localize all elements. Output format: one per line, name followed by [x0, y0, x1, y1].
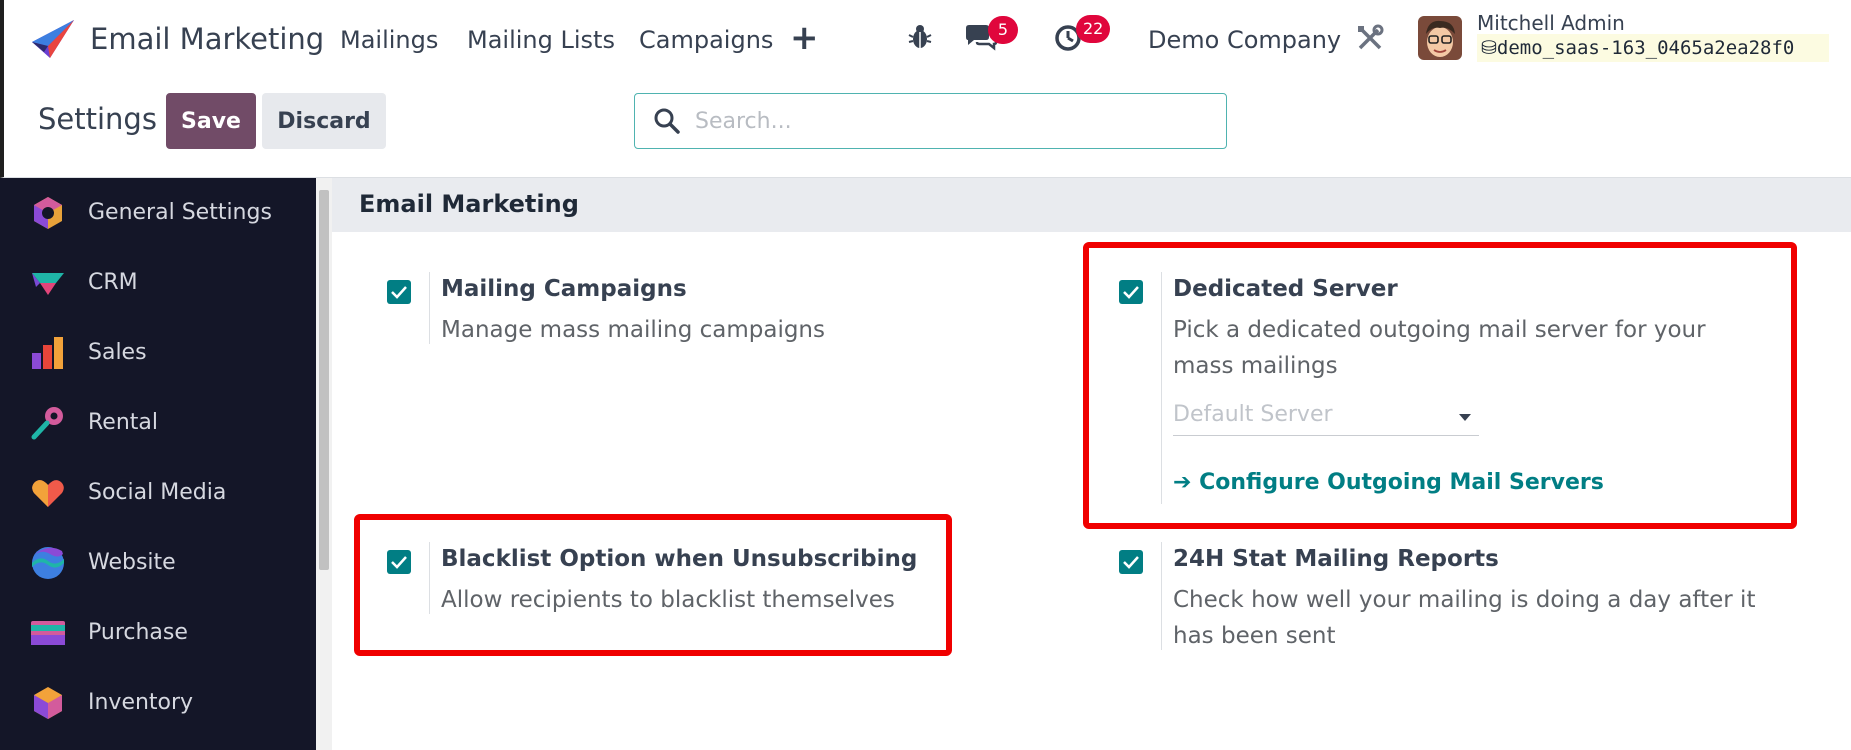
sales-icon — [32, 337, 63, 369]
rental-icon — [31, 407, 63, 440]
social-media-icon — [32, 480, 64, 507]
divider — [1161, 542, 1162, 650]
sidebar-item-sales[interactable]: Sales — [0, 318, 316, 388]
database-name: ⛁demo_saas-163_0465a2ea28f0 — [1477, 34, 1829, 62]
checkmark-icon — [391, 286, 407, 299]
save-button[interactable]: Save — [166, 93, 256, 149]
menu-mailing-lists[interactable]: Mailing Lists — [467, 26, 615, 54]
section-title: Email Marketing — [359, 190, 579, 218]
sidebar-item-inventory[interactable]: Inventory — [0, 668, 316, 738]
sidebar-item-social-media[interactable]: Social Media — [0, 458, 316, 528]
menu-campaigns[interactable]: Campaigns — [639, 26, 773, 54]
sidebar-item-website[interactable]: Website — [0, 528, 316, 598]
menu-mailings[interactable]: Mailings — [340, 26, 438, 54]
search-input[interactable] — [695, 104, 1205, 138]
top-navbar: Email Marketing Mailings Mailing Lists C… — [0, 0, 1851, 78]
checkmark-icon — [1123, 556, 1139, 569]
crm-icon — [32, 273, 64, 295]
sidebar-item-purchase[interactable]: Purchase — [0, 598, 316, 668]
sidebar-item-label: Rental — [88, 410, 158, 435]
sidebar-scrollbar[interactable] — [316, 178, 332, 750]
sidebar-item-label: Purchase — [88, 620, 188, 645]
setting-title: Mailing Campaigns — [441, 276, 687, 302]
24h-stat-reports-checkbox[interactable] — [1119, 550, 1143, 574]
sidebar-item-crm[interactable]: CRM — [0, 248, 316, 318]
bug-icon[interactable] — [908, 24, 932, 54]
page-title: Settings — [38, 102, 157, 136]
sidebar-item-general-settings[interactable]: General Settings — [0, 178, 316, 248]
scrollbar-thumb[interactable] — [319, 190, 329, 570]
sidebar-item-rental[interactable]: Rental — [0, 388, 316, 458]
messages-badge: 5 — [988, 16, 1018, 44]
divider — [429, 272, 430, 344]
setting-description: Check how well your mailing is doing a d… — [1173, 587, 1756, 649]
section-header: Email Marketing — [332, 178, 1851, 232]
database-icon: ⛁ — [1481, 37, 1497, 59]
sidebar-item-label: Inventory — [88, 690, 194, 715]
discard-button[interactable]: Discard — [262, 93, 386, 149]
highlight-box — [354, 514, 952, 656]
general-settings-icon — [34, 197, 62, 229]
user-name[interactable]: Mitchell Admin — [1477, 11, 1625, 35]
user-avatar[interactable] — [1418, 16, 1462, 60]
tools-icon[interactable] — [1356, 24, 1384, 56]
sidebar-item-label: Sales — [88, 340, 147, 365]
website-icon — [32, 547, 64, 579]
setting-description: Manage mass mailing campaigns — [441, 317, 825, 343]
sidebar-item-label: Social Media — [88, 480, 227, 505]
email-marketing-logo-icon[interactable] — [30, 18, 76, 60]
mailing-campaigns-checkbox[interactable] — [387, 280, 411, 304]
setting-title: 24H Stat Mailing Reports — [1173, 546, 1499, 572]
control-panel: Settings Save Discard — [0, 78, 1851, 178]
settings-sidebar: General Settings CRM Sales Rental Social… — [0, 178, 316, 750]
sidebar-item-label: General Settings — [88, 200, 272, 225]
search-box[interactable] — [634, 93, 1227, 149]
database-label: demo_saas-163_0465a2ea28f0 — [1496, 37, 1795, 59]
highlight-box — [1083, 242, 1797, 529]
add-menu-icon[interactable]: + — [790, 18, 819, 58]
purchase-icon — [31, 621, 65, 645]
search-icon — [654, 108, 680, 134]
activities-badge: 22 — [1076, 15, 1111, 43]
inventory-icon — [34, 687, 62, 719]
sidebar-item-label: Website — [88, 550, 176, 575]
app-title[interactable]: Email Marketing — [90, 22, 324, 56]
company-switcher[interactable]: Demo Company — [1148, 26, 1341, 54]
sidebar-item-label: CRM — [88, 270, 138, 295]
